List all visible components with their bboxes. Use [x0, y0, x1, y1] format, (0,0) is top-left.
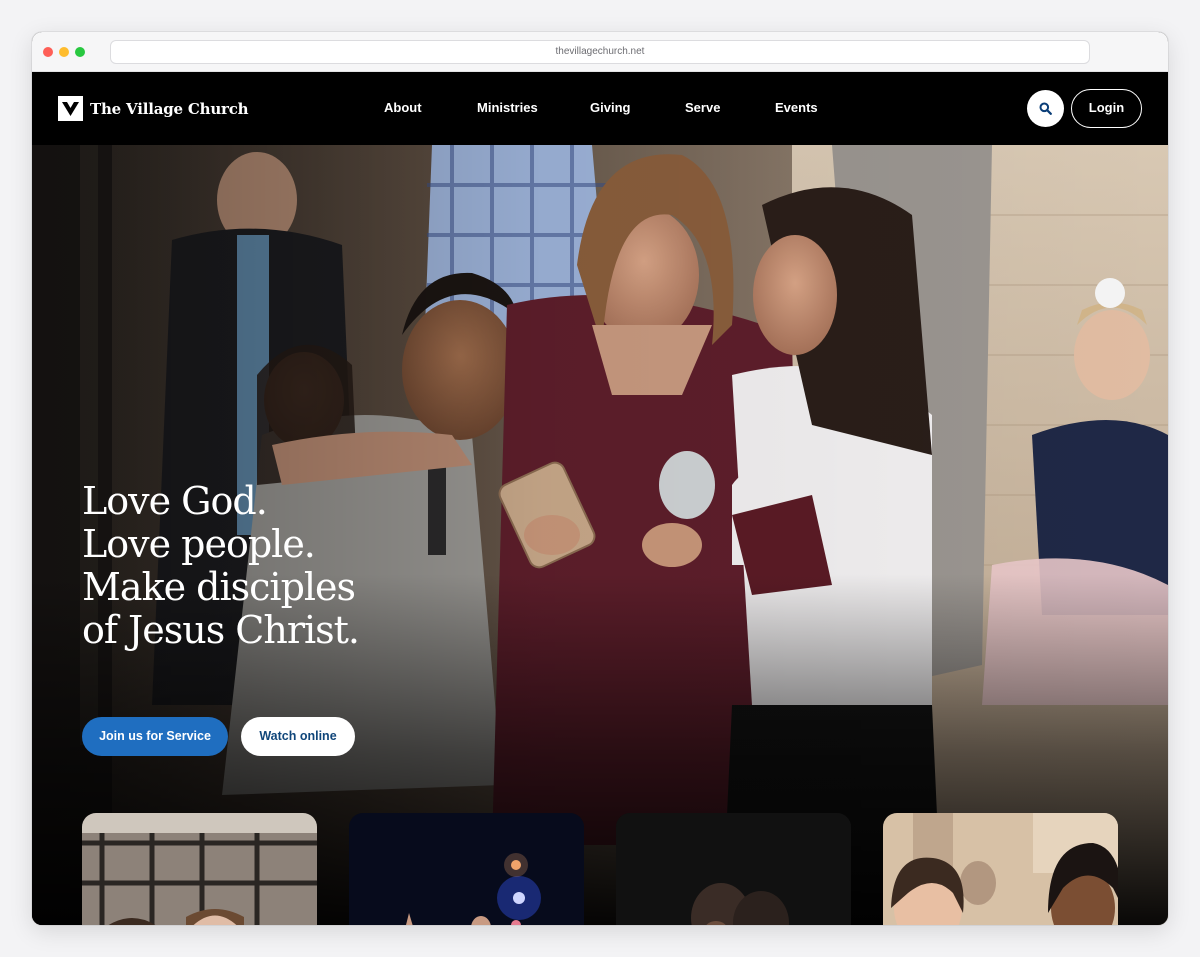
search-button[interactable]: [1027, 90, 1064, 127]
worship-photo: [349, 813, 584, 925]
headline-line: Make disciples: [82, 565, 356, 609]
address-bar[interactable]: thevillagechurch.net: [110, 40, 1090, 64]
site-header: The Village Church About Ministries Givi…: [32, 72, 1168, 145]
logo-text: The Village Church: [90, 99, 249, 118]
card-friends[interactable]: [883, 813, 1118, 925]
friends-photo: [883, 813, 1118, 925]
card-prayer[interactable]: [616, 813, 851, 925]
login-button[interactable]: Login: [1071, 89, 1142, 128]
maximize-window-icon[interactable]: [75, 47, 85, 57]
hero-section: Love God. Love people. Make disciples of…: [32, 145, 1168, 925]
headline-line: Love God.: [82, 479, 268, 523]
headline-line: of Jesus Christ.: [82, 608, 360, 652]
hero-headline: Love God. Love people. Make disciples of…: [82, 479, 360, 652]
close-window-icon[interactable]: [43, 47, 53, 57]
join-service-button[interactable]: Join us for Service: [82, 717, 228, 756]
watch-online-button[interactable]: Watch online: [241, 717, 355, 756]
card-entrance[interactable]: [82, 813, 317, 925]
browser-window: thevillagechurch.net The Village Church …: [32, 32, 1168, 925]
browser-chrome: thevillagechurch.net: [32, 32, 1168, 72]
nav-events[interactable]: Events: [775, 100, 818, 115]
card-worship[interactable]: [349, 813, 584, 925]
nav-about[interactable]: About: [384, 100, 422, 115]
search-icon: [1039, 102, 1052, 115]
headline-line: Love people.: [82, 522, 316, 566]
village-logo-icon: [58, 96, 83, 121]
nav-serve[interactable]: Serve: [685, 100, 720, 115]
prayer-photo: [616, 813, 851, 925]
nav-ministries[interactable]: Ministries: [477, 100, 538, 115]
minimize-window-icon[interactable]: [59, 47, 69, 57]
entrance-photo: [82, 813, 317, 925]
nav-giving[interactable]: Giving: [590, 100, 630, 115]
site-logo[interactable]: The Village Church: [58, 96, 249, 121]
